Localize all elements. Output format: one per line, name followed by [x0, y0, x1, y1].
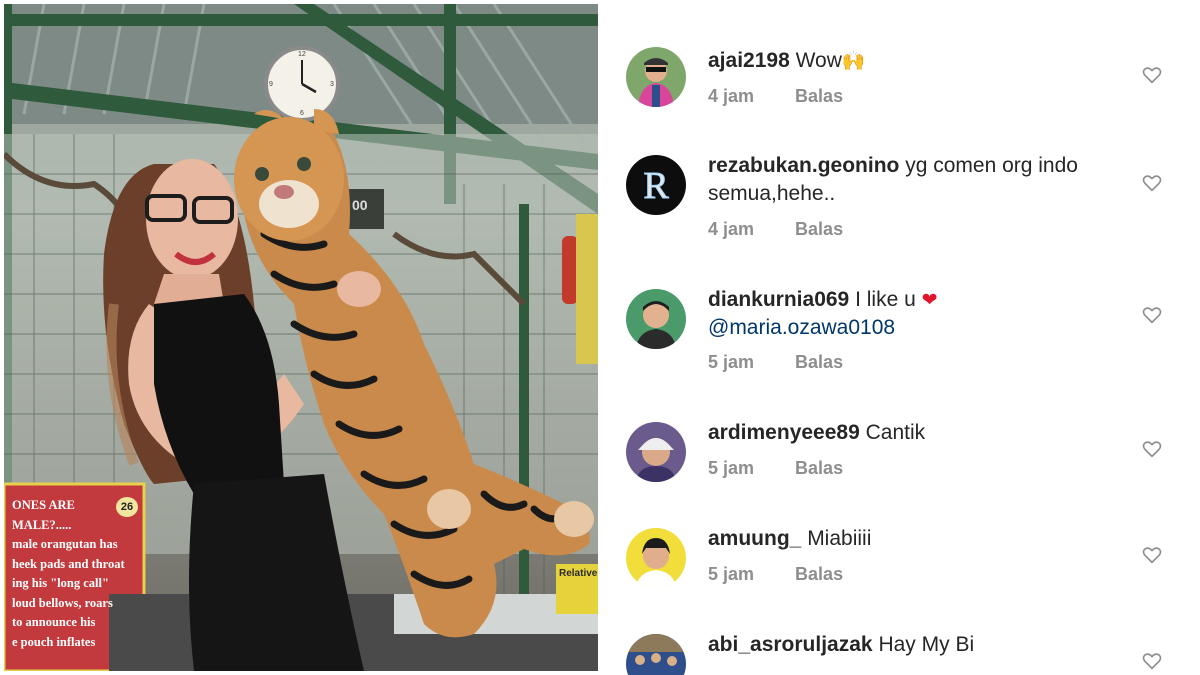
comment-username[interactable]: diankurnia069	[708, 288, 849, 311]
svg-text:R: R	[643, 165, 669, 207]
comment-meta: 4 jam Balas	[708, 219, 843, 240]
side-sign: Relatively	[556, 564, 598, 614]
reply-button[interactable]: Balas	[795, 458, 843, 478]
comment-timestamp: 5 jam	[708, 352, 755, 372]
clock-numeral: 3	[330, 81, 334, 88]
clock-numeral: 9	[269, 81, 273, 88]
heart-icon[interactable]	[1142, 306, 1162, 324]
clock-numeral: 12	[298, 51, 306, 58]
heart-icon[interactable]	[1142, 546, 1162, 564]
heart-icon[interactable]	[1142, 66, 1162, 84]
comment-text: amuung_ Miabiiii	[708, 525, 1128, 553]
comment-username[interactable]: amuung_	[708, 527, 801, 550]
comment-meta: 5 jam Balas	[708, 564, 843, 585]
clock-numeral: 6	[300, 110, 304, 117]
comment-text: rezabukan.geonino yg comen org indo semu…	[708, 152, 1128, 208]
boy-yellow-background-avatar[interactable]	[626, 528, 686, 588]
comment-timestamp: 4 jam	[708, 86, 755, 106]
sign-number-badge: 26	[116, 497, 138, 517]
zoo-sign-text: ONES ARE MALE?..... male orangutan has h…	[12, 498, 125, 649]
comment-timestamp: 4 jam	[708, 219, 755, 239]
heart-icon[interactable]	[1142, 652, 1162, 670]
red-heart-emoji-icon: ❤	[921, 289, 938, 311]
reply-button[interactable]: Balas	[795, 219, 843, 239]
comments-panel: ajai2198 Wow🙌 4 jam Balas R rezabukan.ge…	[600, 0, 1200, 675]
boy-with-sunglasses-avatar[interactable]	[626, 47, 686, 107]
board-number: 00	[352, 197, 368, 213]
comment-timestamp: 5 jam	[708, 458, 755, 478]
comment-body: Miabiiii	[807, 527, 872, 550]
post-photo: 12 3 6 9 ONES ARE MALE?..... male orangu…	[4, 4, 598, 671]
comment-meta: 5 jam Balas	[708, 458, 843, 479]
comment-body: I like u	[855, 288, 916, 311]
person-with-cap-avatar[interactable]	[626, 422, 686, 482]
comment-username[interactable]: ardimenyeee89	[708, 421, 860, 444]
comment-body: Wow	[795, 49, 842, 72]
comment-timestamp: 5 jam	[708, 564, 755, 584]
mention-link[interactable]: @maria.ozawa0108	[708, 316, 895, 339]
reply-button[interactable]: Balas	[795, 86, 843, 106]
comment-meta: 5 jam Balas	[708, 352, 843, 373]
letter-r-logo-avatar[interactable]: R	[626, 155, 686, 215]
smiling-person-avatar[interactable]	[626, 289, 686, 349]
comment-body: Cantik	[865, 421, 926, 444]
comment-body: Hay My Bi	[878, 633, 975, 656]
comment-text: abi_asroruljazak Hay My Bi	[708, 631, 1128, 659]
comment-text: ardimenyeee89 Cantik	[708, 419, 1128, 447]
comment-username[interactable]: ajai2198	[708, 49, 790, 72]
comment-meta: 4 jam Balas	[708, 86, 843, 107]
comment-username[interactable]: rezabukan.geonino	[708, 154, 899, 177]
reply-button[interactable]: Balas	[795, 352, 843, 372]
reply-button[interactable]: Balas	[795, 564, 843, 584]
heart-icon[interactable]	[1142, 440, 1162, 458]
raised-hands-emoji-icon: 🙌	[841, 50, 866, 72]
comment-text: ajai2198 Wow🙌	[708, 47, 1128, 75]
heart-icon[interactable]	[1142, 174, 1162, 192]
comment-username[interactable]: abi_asroruljazak	[708, 633, 873, 656]
blue-crowd-avatar[interactable]	[626, 634, 686, 675]
comment-text: diankurnia069 I like u ❤ @maria.ozawa010…	[708, 286, 1128, 342]
